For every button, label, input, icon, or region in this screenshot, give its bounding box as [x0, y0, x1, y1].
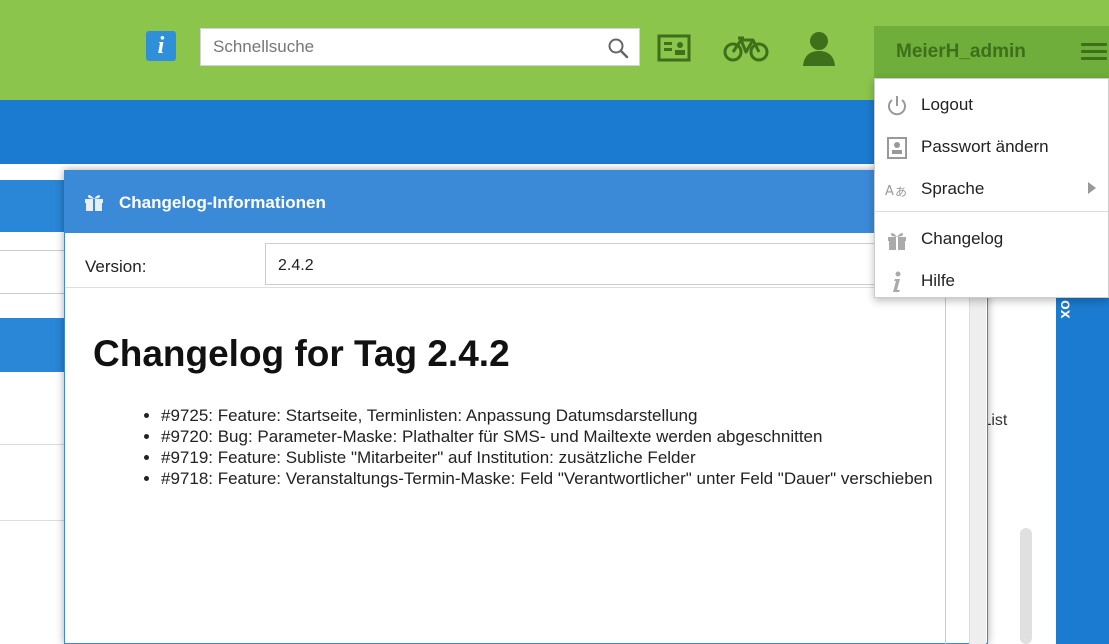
id-card-icon — [887, 137, 907, 159]
chevron-right-icon — [1088, 182, 1096, 194]
menu-item-help[interactable]: Hilfe — [875, 260, 1108, 300]
background-panel-header — [0, 180, 66, 232]
svg-text:A: A — [885, 184, 894, 199]
dialog-scrollbar[interactable] — [969, 291, 986, 644]
menu-item-label: Logout — [921, 95, 973, 114]
background-scrollbar[interactable] — [1020, 528, 1032, 644]
menu-divider — [875, 211, 1108, 212]
user-name[interactable]: MeierH_admin — [896, 41, 1026, 63]
background-input — [0, 250, 66, 294]
bicycle-icon[interactable] — [722, 28, 770, 68]
menu-item-change-password[interactable]: Passwort ändern — [875, 126, 1108, 166]
list-item: #9725: Feature: Startseite, Terminlisten… — [161, 405, 1001, 426]
menu-item-label: Changelog — [921, 229, 1004, 248]
list-item: #9720: Bug: Parameter-Maske: Plathalter … — [161, 426, 1001, 447]
gift-icon — [888, 233, 906, 250]
list-item: #9719: Feature: Subliste "Mitarbeiter" a… — [161, 447, 1001, 468]
background-row — [0, 466, 66, 521]
menu-item-label: Hilfe — [921, 271, 956, 290]
background-panel-header — [0, 318, 66, 372]
side-tab-label: ox — [1057, 300, 1074, 319]
dialog-header[interactable]: Changelog-Informationen — [65, 171, 987, 233]
info-icon[interactable]: i — [146, 31, 176, 61]
menu-item-label: Passwort ändern — [921, 137, 1049, 156]
changelog-heading: Changelog for Tag 2.4.2 — [93, 333, 510, 374]
translate-icon: A あ — [885, 184, 907, 199]
version-label: Version: — [85, 257, 147, 276]
menu-item-logout[interactable]: Logout — [875, 84, 1108, 124]
power-icon — [888, 96, 906, 116]
gift-icon — [85, 195, 103, 211]
background-row — [0, 384, 66, 445]
list-item: #9718: Feature: Veranstaltungs-Termin-Ma… — [161, 468, 1001, 489]
svg-text:あ: あ — [895, 185, 907, 199]
app-window: i MeierH_admin — [0, 0, 1109, 644]
changelog-list: #9725: Feature: Startseite, Terminlisten… — [103, 405, 1001, 489]
info-icon — [893, 271, 901, 292]
menu-item-label: Sprache — [921, 179, 985, 198]
user-icon[interactable] — [800, 28, 838, 68]
menu-item-language[interactable]: A あ Sprache — [875, 168, 1108, 208]
search-icon[interactable] — [607, 37, 629, 59]
user-dropdown-menu: Logout Passwort ändern A あ Sprache Chang… — [874, 78, 1109, 298]
dialog-title: Changelog-Informationen — [119, 193, 326, 212]
quick-search[interactable] — [200, 28, 640, 66]
version-value: 2.4.2 — [278, 257, 314, 274]
hamburger-icon[interactable] — [1081, 43, 1107, 61]
side-tab[interactable] — [1056, 290, 1109, 644]
changelog-content: Changelog for Tag 2.4.2 #9725: Feature: … — [65, 289, 946, 644]
version-field[interactable]: 2.4.2 — [265, 243, 965, 285]
version-row: Version: 2.4.2 — [65, 233, 987, 288]
menu-item-changelog[interactable]: Changelog — [875, 218, 1108, 258]
contact-card-icon[interactable] — [656, 28, 692, 68]
search-input[interactable] — [201, 29, 601, 65]
changelog-dialog: Changelog-Informationen Version: 2.4.2 C… — [64, 170, 988, 644]
user-menu-toggle[interactable]: MeierH_admin — [874, 26, 1109, 78]
